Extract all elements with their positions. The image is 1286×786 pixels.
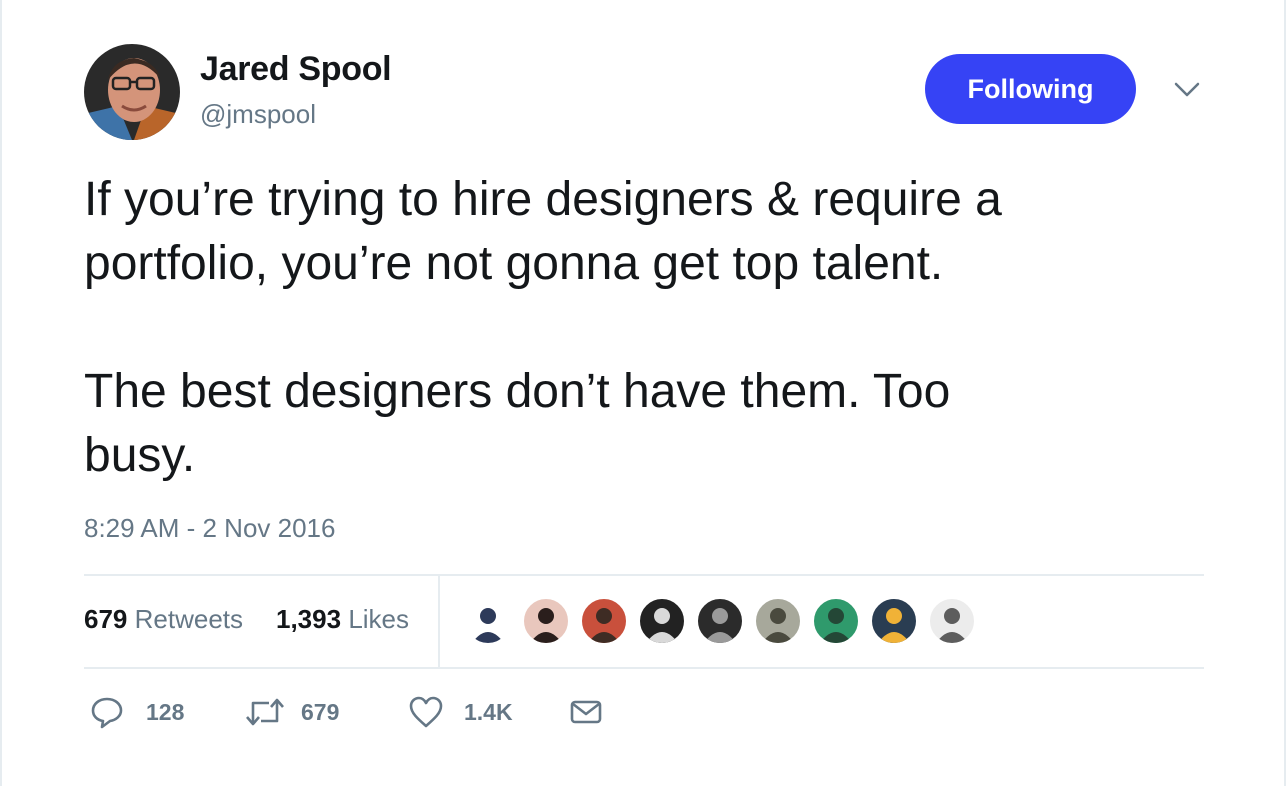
reply-count: 128 bbox=[146, 698, 185, 725]
liker-avatar-icon[interactable] bbox=[580, 597, 628, 645]
following-button[interactable]: Following bbox=[925, 54, 1136, 124]
tweet-card: Jared Spool @jmspool Following If you’re… bbox=[2, 0, 1284, 786]
envelope-icon bbox=[570, 700, 602, 724]
retweets-stat[interactable]: 679 Retweets bbox=[84, 604, 243, 635]
liker-avatar-icon[interactable] bbox=[638, 597, 686, 645]
author-avatar[interactable] bbox=[84, 44, 180, 140]
retweets-label: Retweets bbox=[134, 604, 244, 634]
reply-icon bbox=[91, 697, 123, 729]
retweets-count: 679 bbox=[84, 604, 128, 634]
profile-photo-icon bbox=[84, 44, 180, 140]
reply-button[interactable]: 128 bbox=[90, 695, 184, 729]
divider bbox=[84, 667, 1204, 669]
like-count: 1.4K bbox=[464, 698, 513, 725]
retweet-count: 679 bbox=[301, 698, 340, 725]
liker-avatar-icon[interactable] bbox=[522, 597, 570, 645]
retweet-button[interactable]: 679 bbox=[245, 695, 339, 729]
liker-avatar-icon[interactable] bbox=[754, 597, 802, 645]
liker-avatar-icon[interactable] bbox=[696, 597, 744, 645]
author-handle[interactable]: @jmspool bbox=[200, 99, 316, 130]
retweet-icon bbox=[246, 698, 284, 726]
likes-stat[interactable]: 1,393 Likes bbox=[276, 604, 409, 635]
liker-avatar-icon[interactable] bbox=[928, 597, 976, 645]
liker-avatars bbox=[464, 597, 986, 647]
like-button[interactable]: 1.4K bbox=[408, 695, 513, 729]
liker-avatar-icon[interactable] bbox=[812, 597, 860, 645]
author-name[interactable]: Jared Spool bbox=[200, 50, 392, 89]
divider bbox=[84, 574, 1204, 576]
direct-message-button[interactable] bbox=[569, 695, 603, 729]
heart-icon bbox=[409, 696, 443, 728]
divider bbox=[438, 576, 440, 668]
likes-count: 1,393 bbox=[276, 604, 342, 634]
chevron-down-icon[interactable] bbox=[1170, 78, 1204, 102]
liker-avatar-icon[interactable] bbox=[464, 597, 512, 645]
tweet-text: If you’re trying to hire designers & req… bbox=[84, 173, 1002, 482]
tweet-timestamp[interactable]: 8:29 AM - 2 Nov 2016 bbox=[84, 513, 335, 544]
likes-label: Likes bbox=[348, 604, 410, 634]
liker-avatar-icon[interactable] bbox=[870, 597, 918, 645]
